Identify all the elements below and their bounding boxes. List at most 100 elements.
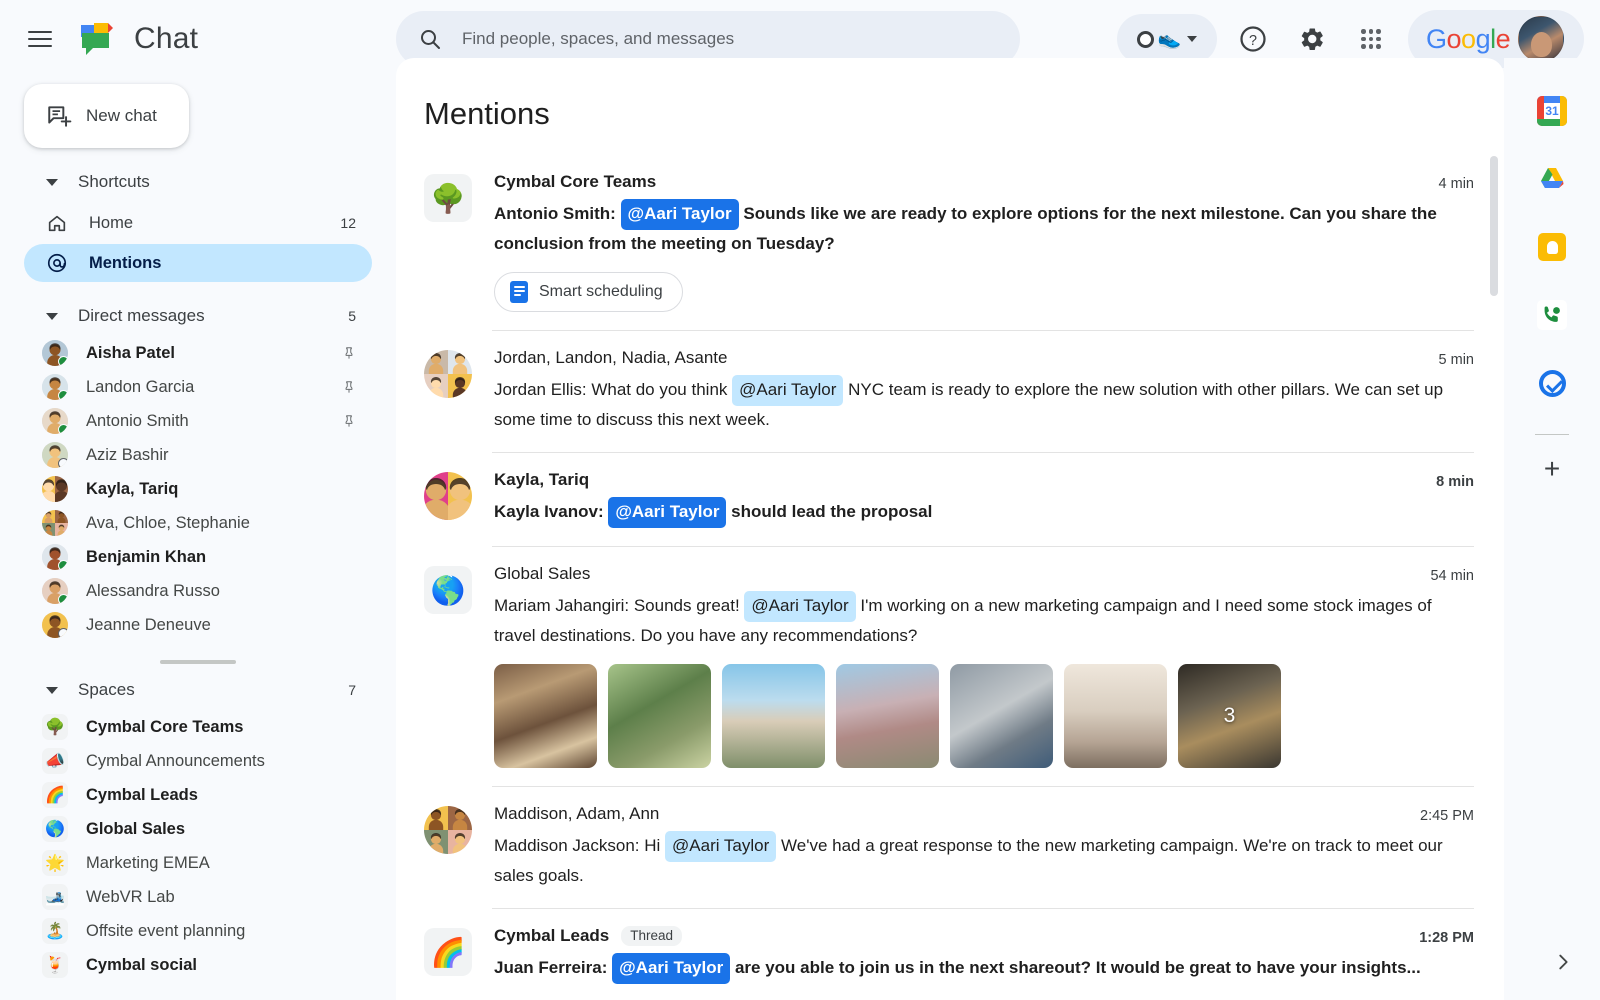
sidebar-space-label: Marketing EMEA — [86, 854, 210, 873]
main-scrollbar[interactable] — [1490, 156, 1498, 296]
mention-item[interactable]: 🌈Cymbal LeadsThreadJuan Ferreira: @Aari … — [396, 908, 1504, 1000]
calendar-icon[interactable]: 31 — [1529, 88, 1575, 134]
mention-avatar: 🌳 — [424, 174, 472, 222]
mention-chip[interactable]: @Aari Taylor — [744, 591, 855, 622]
mention-header: Kayla, Tariq — [494, 470, 1476, 490]
mention-space-name: Global Sales — [494, 564, 590, 584]
mention-chip[interactable]: @Aari Taylor — [665, 831, 776, 862]
sidebar-dm-item[interactable]: Kayla, Tariq — [24, 472, 372, 506]
sidebar-space-item[interactable]: 🌈Cymbal Leads — [24, 778, 372, 812]
sidebar-dm-item[interactable]: Aisha Patel — [24, 336, 372, 370]
sidebar-dm-item[interactable]: Ava, Chloe, Stephanie — [24, 506, 372, 540]
sidebar-space-item[interactable]: 🌟Marketing EMEA — [24, 846, 372, 880]
avatar — [42, 374, 68, 400]
sidebar-dm-item[interactable]: Alessandra Russo — [24, 574, 372, 608]
avatar[interactable] — [1518, 16, 1564, 62]
spaces-count: 7 — [348, 682, 356, 698]
drive-icon[interactable] — [1529, 156, 1575, 202]
mention-body: Global Sales Mariam Jahangiri: Sounds gre… — [494, 564, 1476, 768]
mention-preview-text: Mariam Jahangiri: Sounds great! @Aari Ta… — [494, 591, 1476, 650]
attachment-thumbnail[interactable] — [950, 664, 1053, 768]
status-pill[interactable]: 👟 — [1117, 14, 1217, 64]
sidebar-dm-label: Aisha Patel — [86, 344, 175, 363]
chevron-down-icon — [1187, 36, 1197, 42]
avatar — [42, 408, 68, 434]
mention-timestamp: 4 min — [1439, 176, 1474, 192]
mention-chip[interactable]: @Aari Taylor — [732, 375, 843, 406]
gear-icon[interactable] — [1290, 17, 1334, 61]
new-chat-button[interactable]: New chat — [24, 84, 189, 148]
direct-messages-title: Direct messages — [78, 306, 205, 326]
spaces-section-header[interactable]: Spaces 7 — [0, 670, 396, 710]
chevron-right-icon[interactable] — [1552, 951, 1574, 978]
attachment-thumbnail[interactable] — [836, 664, 939, 768]
sidebar-space-item[interactable]: 🌎Global Sales — [24, 812, 372, 846]
sidebar-divider — [160, 660, 236, 664]
space-emoji-icon: 📣 — [42, 748, 68, 774]
mention-chip[interactable]: @Aari Taylor — [608, 497, 726, 528]
mention-item[interactable]: 🌳Cymbal Core TeamsAntonio Smith: @Aari T… — [396, 154, 1504, 330]
mention-item[interactable]: Kayla, TariqKayla Ivanov: @Aari Taylor s… — [396, 452, 1504, 546]
tasks-icon[interactable] — [1529, 360, 1575, 406]
pin-icon[interactable] — [342, 379, 356, 395]
sidebar-dm-item[interactable]: Landon Garcia — [24, 370, 372, 404]
google-chat-logo — [78, 20, 116, 58]
pin-icon[interactable] — [342, 413, 356, 429]
apps-grid-icon[interactable] — [1349, 17, 1393, 61]
keep-icon[interactable] — [1529, 224, 1575, 270]
mention-header: Cymbal Core Teams — [494, 172, 1476, 192]
add-app-button[interactable]: + — [1544, 455, 1560, 483]
main-panel: Mentions 🌳Cymbal Core TeamsAntonio Smith… — [396, 58, 1504, 1000]
sidebar-dm-label: Ava, Chloe, Stephanie — [86, 514, 250, 533]
attachment-thumbnail[interactable]: 3 — [1178, 664, 1281, 768]
sidebar-dm-label: Kayla, Tariq — [86, 480, 178, 499]
mention-header: Jordan, Landon, Nadia, Asante — [494, 348, 1476, 368]
sidebar-dm-item[interactable]: Jeanne Deneuve — [24, 608, 372, 642]
mention-space-name: Jordan, Landon, Nadia, Asante — [494, 348, 727, 368]
sidebar-space-item[interactable]: 🎿WebVR Lab — [24, 880, 372, 914]
sidebar-item-home[interactable]: Home 12 — [24, 204, 372, 242]
sidebar-dm-item[interactable]: Aziz Bashir — [24, 438, 372, 472]
direct-messages-section-header[interactable]: Direct messages 5 — [0, 296, 396, 336]
mention-item[interactable]: Maddison, Adam, AnnMaddison Jackson: Hi … — [396, 786, 1504, 908]
space-emoji-icon: 🌎 — [42, 816, 68, 842]
space-emoji-icon: 🌈 — [42, 782, 68, 808]
attachment-thumbnail[interactable] — [1064, 664, 1167, 768]
sidebar-dm-item[interactable]: Antonio Smith — [24, 404, 372, 438]
avatar — [42, 544, 68, 570]
mention-space-name: Kayla, Tariq — [494, 470, 589, 490]
avatar — [42, 510, 68, 536]
sidebar-item-home-label: Home — [89, 214, 133, 233]
sidebar-item-mentions[interactable]: Mentions — [24, 244, 372, 282]
avatar — [42, 476, 68, 502]
sidebar-space-label: Offsite event planning — [86, 922, 245, 941]
help-circle-icon[interactable]: ? — [1231, 17, 1275, 61]
mention-preview-text: Juan Ferreira: @Aari Taylor are you able… — [494, 953, 1476, 984]
mention-avatar — [424, 472, 472, 520]
sidebar-space-item[interactable]: 🌳Cymbal Core Teams — [24, 710, 372, 744]
pin-icon[interactable] — [342, 345, 356, 361]
attachment-thumbnail[interactable] — [722, 664, 825, 768]
hamburger-menu-icon[interactable] — [16, 15, 64, 63]
smart-scheduling-chip[interactable]: Smart scheduling — [494, 272, 683, 312]
app-title: Chat — [134, 22, 198, 56]
mention-sender: Kayla Ivanov: — [494, 502, 608, 521]
sidebar-space-item[interactable]: 🏝️Offsite event planning — [24, 914, 372, 948]
rail-divider — [1535, 434, 1569, 435]
mention-text-body: are you able to join us in the next shar… — [730, 958, 1420, 977]
search-input[interactable] — [462, 29, 982, 49]
attachment-thumbnail[interactable] — [494, 664, 597, 768]
mention-chip[interactable]: @Aari Taylor — [612, 953, 730, 984]
voice-icon[interactable] — [1529, 292, 1575, 338]
mention-item[interactable]: Jordan, Landon, Nadia, AsanteJordan Elli… — [396, 330, 1504, 452]
mention-item[interactable]: 🌎Global SalesMariam Jahangiri: Sounds gr… — [396, 546, 1504, 786]
sidebar-space-item[interactable]: 🍹Cymbal social — [24, 948, 372, 982]
sidebar-dm-item[interactable]: Benjamin Khan — [24, 540, 372, 574]
sidebar-space-item[interactable]: 📣Cymbal Announcements — [24, 744, 372, 778]
new-chat-icon — [46, 103, 72, 129]
mention-header: Global Sales — [494, 564, 1476, 584]
attachment-thumbnail[interactable] — [608, 664, 711, 768]
docs-icon — [510, 281, 528, 303]
shortcuts-section-header[interactable]: Shortcuts — [0, 162, 396, 202]
mention-chip[interactable]: @Aari Taylor — [621, 199, 739, 230]
